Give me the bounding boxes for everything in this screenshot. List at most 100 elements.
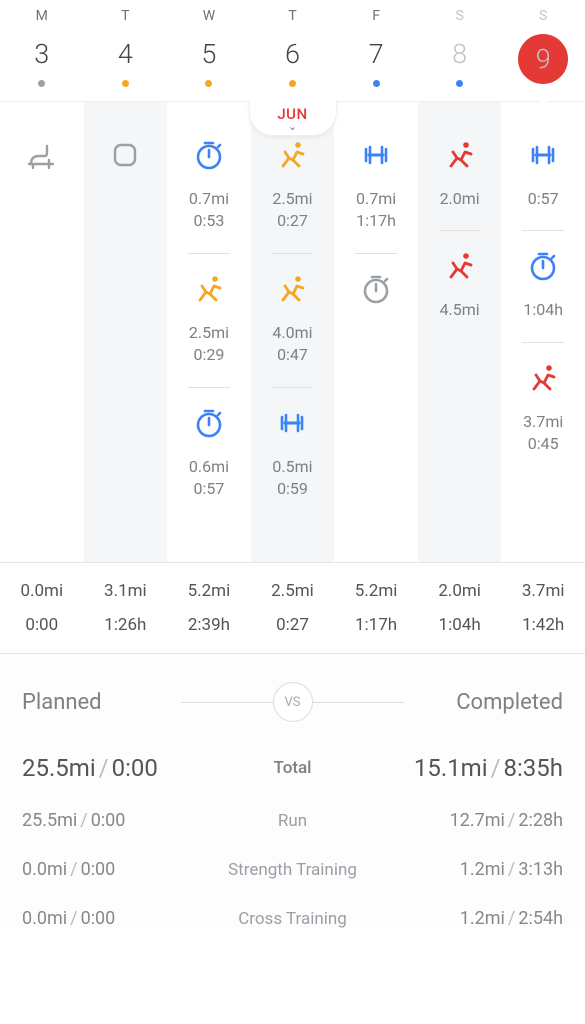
summary-time: 0:27 — [251, 615, 335, 635]
calendar-day[interactable]: S 8 — [418, 8, 502, 87]
calendar-day[interactable]: T 4 — [84, 8, 168, 87]
summary-cell[interactable]: 2.0mi 1:04h — [418, 581, 502, 635]
timer-icon — [171, 136, 247, 174]
activity-slot[interactable]: 0.6mi 0:57 — [167, 392, 251, 517]
activity-slot[interactable]: 0.5mi 0:59 — [251, 392, 335, 517]
activity-time: 0:47 — [255, 344, 331, 366]
divider — [313, 702, 404, 703]
completed-value: 12.7mi/2:28h — [376, 810, 563, 831]
summary-time: 0:00 — [0, 615, 84, 635]
slot-divider — [522, 342, 564, 343]
summary-time: 2:39h — [167, 615, 251, 635]
activity-slot[interactable]: 0.7mi 1:17h — [334, 124, 418, 249]
activity-slot[interactable] — [0, 124, 84, 204]
activity-slot[interactable]: 0:57 — [501, 124, 585, 226]
completed-value: 15.1mi/8:35h — [376, 754, 563, 782]
activity-slot[interactable] — [334, 258, 418, 338]
track-icon — [88, 136, 164, 174]
day-dot — [289, 80, 296, 87]
calendar-header: M 3 T 4 W 5 T 6 F 7 S 8 S 9 — [0, 0, 585, 102]
summary-cell[interactable]: 3.1mi 1:26h — [84, 581, 168, 635]
pvc-row: 0.0mi/0:00 Cross Training 1.2mi/2:54h — [22, 908, 563, 929]
slot-divider — [188, 253, 230, 254]
activity-time: 0:29 — [171, 344, 247, 366]
activity-time: 0:27 — [255, 210, 331, 232]
activity-slot[interactable]: 1:04h — [501, 235, 585, 337]
summary-distance: 3.7mi — [501, 581, 585, 601]
pvc-row: 25.5mi/0:00 Total 15.1mi/8:35h — [22, 754, 563, 782]
run-icon — [255, 136, 331, 174]
calendar-day[interactable]: S 9 — [501, 8, 585, 87]
pvc-category: Cross Training — [209, 909, 377, 929]
activity-distance: 0.7mi — [338, 188, 414, 210]
summary-distance: 5.2mi — [167, 581, 251, 601]
summary-distance: 5.2mi — [334, 581, 418, 601]
calendar-day[interactable]: W 5 — [167, 8, 251, 87]
activity-time: 0:57 — [171, 478, 247, 500]
summary-cell[interactable]: 3.7mi 1:42h — [501, 581, 585, 635]
activity-distance: 0.6mi — [171, 456, 247, 478]
slot-divider — [272, 253, 314, 254]
calendar-day[interactable]: T 6 — [251, 8, 335, 87]
pvc-category: Strength Training — [209, 860, 377, 880]
day-column: 2.0mi 4.5mi — [418, 102, 502, 562]
day-of-week: W — [167, 8, 251, 24]
activity-grid: 0.7mi 0:53 2.5mi 0:29 0.6mi 0:57 2.5mi 0… — [0, 102, 585, 562]
slot-divider — [522, 230, 564, 231]
activity-distance: 2.0mi — [422, 188, 498, 210]
summary-cell[interactable]: 5.2mi 1:17h — [334, 581, 418, 635]
dumbbell-icon — [255, 404, 331, 442]
dumbbell-icon — [505, 136, 581, 174]
day-number: 4 — [84, 38, 168, 70]
completed-label: Completed — [404, 690, 563, 715]
day-column: 0:57 1:04h 3.7mi 0:45 — [501, 102, 585, 562]
activity-slot[interactable]: 4.0mi 0:47 — [251, 258, 335, 383]
activity-time: 0:45 — [505, 433, 581, 455]
day-column: 2.5mi 0:27 4.0mi 0:47 0.5mi 0:59 — [251, 102, 335, 562]
day-of-week: M — [0, 8, 84, 24]
slot-divider — [355, 253, 397, 254]
calendar-day[interactable]: F 7 — [334, 8, 418, 87]
activity-slot[interactable]: 3.7mi 0:45 — [501, 347, 585, 472]
activity-distance: 4.0mi — [255, 322, 331, 344]
day-of-week: S — [418, 8, 502, 24]
run-icon — [422, 247, 498, 285]
summary-time: 1:04h — [418, 615, 502, 635]
day-of-week: F — [334, 8, 418, 24]
summary-cell[interactable]: 5.2mi 2:39h — [167, 581, 251, 635]
chevron-down-icon: ⌄ — [277, 123, 307, 131]
activity-time: 0:57 — [505, 188, 581, 210]
day-number: 5 — [167, 38, 251, 70]
day-column — [0, 102, 84, 562]
activity-time: 0:59 — [255, 478, 331, 500]
day-dot — [38, 80, 45, 87]
day-number: 9 — [518, 34, 568, 84]
run-icon — [255, 270, 331, 308]
pvc-header: Planned vs Completed — [22, 682, 563, 722]
timer-icon — [338, 270, 414, 308]
timer-icon — [171, 404, 247, 442]
activity-slot[interactable] — [84, 124, 168, 204]
month-selector[interactable]: JUN ⌄ — [248, 101, 336, 136]
summary-cell[interactable]: 0.0mi 0:00 — [0, 581, 84, 635]
slot-divider — [188, 387, 230, 388]
planned-label: Planned — [22, 690, 181, 715]
day-column: 0.7mi 0:53 2.5mi 0:29 0.6mi 0:57 — [167, 102, 251, 562]
completed-value: 1.2mi/3:13h — [376, 859, 563, 880]
activity-slot[interactable]: 2.0mi — [418, 124, 502, 226]
activity-slot[interactable]: 2.5mi 0:29 — [167, 258, 251, 383]
activity-distance: 2.5mi — [255, 188, 331, 210]
day-dot — [373, 80, 380, 87]
day-number: 8 — [418, 38, 502, 70]
activity-slot[interactable]: 4.5mi — [418, 235, 502, 337]
summary-cell[interactable]: 2.5mi 0:27 — [251, 581, 335, 635]
run-icon — [505, 359, 581, 397]
day-number: 3 — [0, 38, 84, 70]
day-number: 7 — [334, 38, 418, 70]
activity-slot[interactable]: 2.5mi 0:27 — [251, 124, 335, 249]
calendar-day[interactable]: M 3 — [0, 8, 84, 87]
vs-badge: vs — [273, 682, 313, 722]
activity-slot[interactable]: 0.7mi 0:53 — [167, 124, 251, 249]
pvc-row: 0.0mi/0:00 Strength Training 1.2mi/3:13h — [22, 859, 563, 880]
run-icon — [171, 270, 247, 308]
